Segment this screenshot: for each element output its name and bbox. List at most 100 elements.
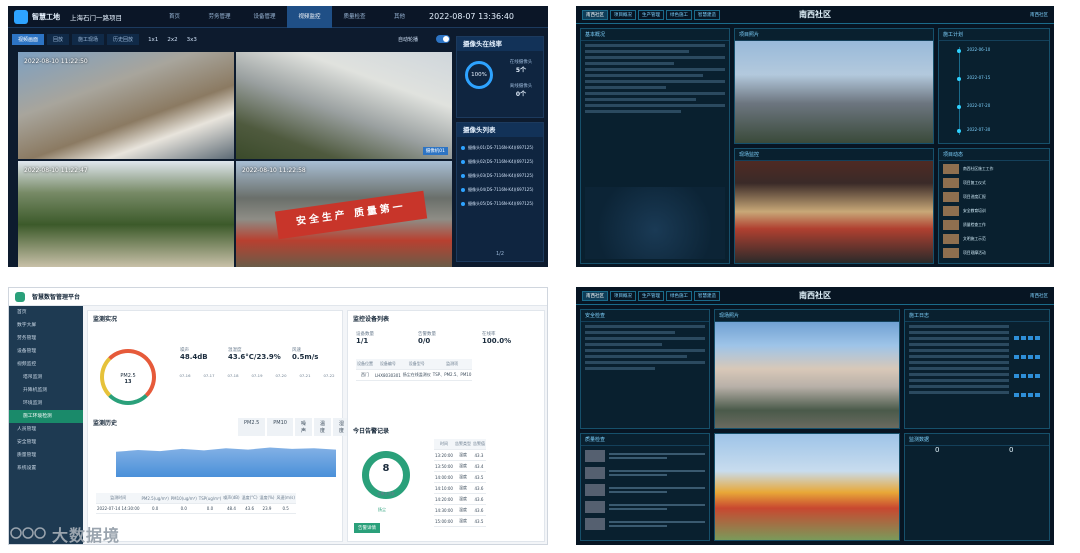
device-panel: 监控设备列表 设备数量 1/1 告警数量 0/0 在线率 100.0% 设备位置 设备编… [347, 310, 545, 542]
tab-production[interactable]: 生产管理 [638, 290, 664, 301]
sidebar-item[interactable]: 系统设置 [9, 462, 83, 475]
list-item[interactable] [585, 499, 705, 514]
list-item[interactable]: 质量检查工作 [943, 218, 1045, 231]
filter-button[interactable]: PM10 [267, 418, 293, 436]
location-map[interactable] [585, 187, 725, 259]
table-row: 2022-07-14 14:30:00 0.0 0.0 0.0 48.4 43.6 23.… [96, 503, 296, 514]
tab-home[interactable]: 南西社区 [582, 9, 608, 20]
filter-button[interactable]: PM2.5 [238, 418, 266, 436]
tab-overview[interactable]: 项目概况 [610, 9, 636, 20]
tab-smart[interactable]: 智慧建造 [694, 9, 720, 20]
timeline-date: 2022-07-15 [967, 75, 991, 80]
tab-site[interactable]: 施工现场 [72, 34, 105, 45]
camera-feed-2[interactable]: 摄像机01 [236, 52, 452, 159]
sidebar-item-active[interactable]: 施工环境检测 [9, 410, 83, 423]
table-row: 15:00:00 温度 43.5 [434, 515, 486, 527]
list-item[interactable]: 项目进度汇报 [943, 190, 1045, 203]
live-monitor-video[interactable]: 现场监控 [734, 148, 934, 264]
kpi-value: 0 [1009, 446, 1014, 454]
camera-feed-1[interactable]: 2022-08-10 11:22:50 [18, 52, 234, 159]
panel-title: 摄像头列表 [457, 123, 543, 137]
forecast-day: 07-18 [227, 373, 239, 378]
list-item[interactable]: 摄像头03(DS-7116N-K4)(697125) [461, 169, 539, 183]
table-row[interactable]: 西门 LHX8030301 扬尘在线监测仪 TSP、PM2.5、PM10 [356, 369, 473, 381]
nav-item-quality[interactable]: 质量检查 [332, 6, 377, 28]
camera-feed-3[interactable]: 2022-08-10 11:22:47 [18, 160, 234, 267]
brand-name: 智慧数智管理平台 [32, 294, 81, 301]
site-photo: 现场照片 [714, 309, 900, 429]
sidebar-item[interactable]: 环境监测 [9, 397, 83, 410]
tab-production[interactable]: 生产管理 [638, 9, 664, 20]
list-item[interactable] [585, 448, 705, 463]
top-bar: 智慧数智管理平台 [9, 288, 547, 306]
camera-feed-4[interactable]: 2022-08-10 11:22:58 安全生产 质量第一 [236, 160, 452, 267]
list-item[interactable]: 摄像头02(DS-7116N-K4)(697125) [461, 155, 539, 169]
tab-overview[interactable]: 项目概况 [610, 290, 636, 301]
list-item[interactable] [585, 516, 705, 531]
sidebar-item[interactable]: 塔吊监测 [9, 371, 83, 384]
grid-2x2-button[interactable]: 2x2 [167, 37, 177, 43]
quality-check-panel: 质量检查 [580, 433, 710, 541]
alarm-detail-button[interactable]: 告警详情 [354, 523, 380, 533]
list-item[interactable] [585, 482, 705, 497]
nav-item-video[interactable]: 视频监控 [287, 6, 332, 28]
list-item[interactable]: 摄像头01(DS-7116N-K4)(697125) [461, 141, 539, 155]
table-row: 14:10:00 温度 43.6 [434, 482, 486, 494]
tab-live[interactable]: 视频画面 [12, 34, 45, 45]
list-item[interactable]: 摄像头05(DS-7116N-K4)(697125) [461, 197, 539, 211]
nav-item-labor[interactable]: 劳务管理 [197, 6, 242, 28]
tab-playback[interactable]: 回放 [47, 34, 70, 45]
sidebar-item[interactable]: 劳务管理 [9, 332, 83, 345]
list-item[interactable]: 安全教育培训 [943, 204, 1045, 217]
area-selector[interactable]: 南西社区 [1030, 12, 1048, 18]
sidebar-item[interactable]: 人员管理 [9, 423, 83, 436]
list-item[interactable]: 文明施工示范 [943, 232, 1045, 245]
app-logo-icon [15, 291, 25, 302]
panel-title: 现场监控 [735, 149, 933, 161]
sidebar-item[interactable]: 升降机监测 [9, 384, 83, 397]
app-logo-icon [14, 9, 28, 24]
watermark-logo-icon [10, 527, 46, 539]
list-item[interactable]: 项目复工仪式 [943, 176, 1045, 189]
list-item[interactable]: 南西社区施工工作 [943, 162, 1045, 175]
site-3d-model[interactable] [714, 433, 900, 541]
pagination[interactable]: 1/2 [457, 251, 543, 257]
tab-green[interactable]: 绿色施工 [666, 9, 692, 20]
auto-rotate-toggle[interactable] [436, 35, 450, 43]
timeline-date: 2022-07-20 [967, 103, 991, 108]
list-item[interactable]: 项目观摩活动 [943, 246, 1045, 259]
news-panel: 项目动态 南西社区施工工作 项目复工仪式 项目进度汇报 安全教育培训 质量检查工… [938, 148, 1050, 264]
sidebar-item[interactable]: 安全管理 [9, 436, 83, 449]
kpi-value: 0 [935, 446, 940, 454]
online-rate-ring: 100% [465, 61, 493, 89]
grid-1x1-button[interactable]: 1x1 [148, 37, 158, 43]
wind-metric: 风速 0.5m/s [292, 348, 319, 361]
tab-smart[interactable]: 智慧建造 [694, 290, 720, 301]
video-grid: 2022-08-10 11:22:50 摄像机01 2022-08-10 11:… [18, 52, 452, 267]
sidebar-item[interactable]: 视频监控 [9, 358, 83, 371]
nav-item-equipment[interactable]: 设备管理 [242, 6, 287, 28]
table-row: 13:50:00 温度 43.4 [434, 460, 486, 472]
forecast-day: 07-20 [275, 373, 287, 378]
grid-3x3-button[interactable]: 3x3 [187, 37, 197, 43]
area-selector[interactable]: 南西社区 [1030, 293, 1048, 299]
sidebar-item[interactable]: 质量管理 [9, 449, 83, 462]
list-item[interactable] [585, 465, 705, 480]
sidebar-item[interactable]: 数字大屏 [9, 319, 83, 332]
nav-item-home[interactable]: 首页 [152, 6, 197, 28]
list-item[interactable]: 摄像头04(DS-7116N-K4)(697125) [461, 183, 539, 197]
filter-button[interactable]: 温度 [314, 418, 332, 436]
project-selector[interactable]: 上海石门一路项目 [70, 12, 122, 22]
online-rate-panel: 摄像头在线率 100% 在线摄像头 5个 离线摄像头 0个 [456, 36, 544, 118]
nav-item-other[interactable]: 其他 [377, 6, 422, 28]
tab-green[interactable]: 绿色施工 [666, 290, 692, 301]
sidebar-item[interactable]: 首页 [9, 306, 83, 319]
tab-home[interactable]: 南西社区 [582, 290, 608, 301]
online-count: 在线摄像头 5个 [509, 60, 533, 74]
sidebar-item[interactable]: 设备管理 [9, 345, 83, 358]
camera-list: 摄像头01(DS-7116N-K4)(697125) 摄像头02(DS-7116… [461, 141, 539, 211]
filter-button[interactable]: 噪声 [294, 418, 312, 436]
tab-history[interactable]: 历史回放 [107, 34, 140, 45]
table-row: 14:00:00 温度 43.5 [434, 471, 486, 483]
panel-title: 施工计划 [939, 29, 1049, 41]
